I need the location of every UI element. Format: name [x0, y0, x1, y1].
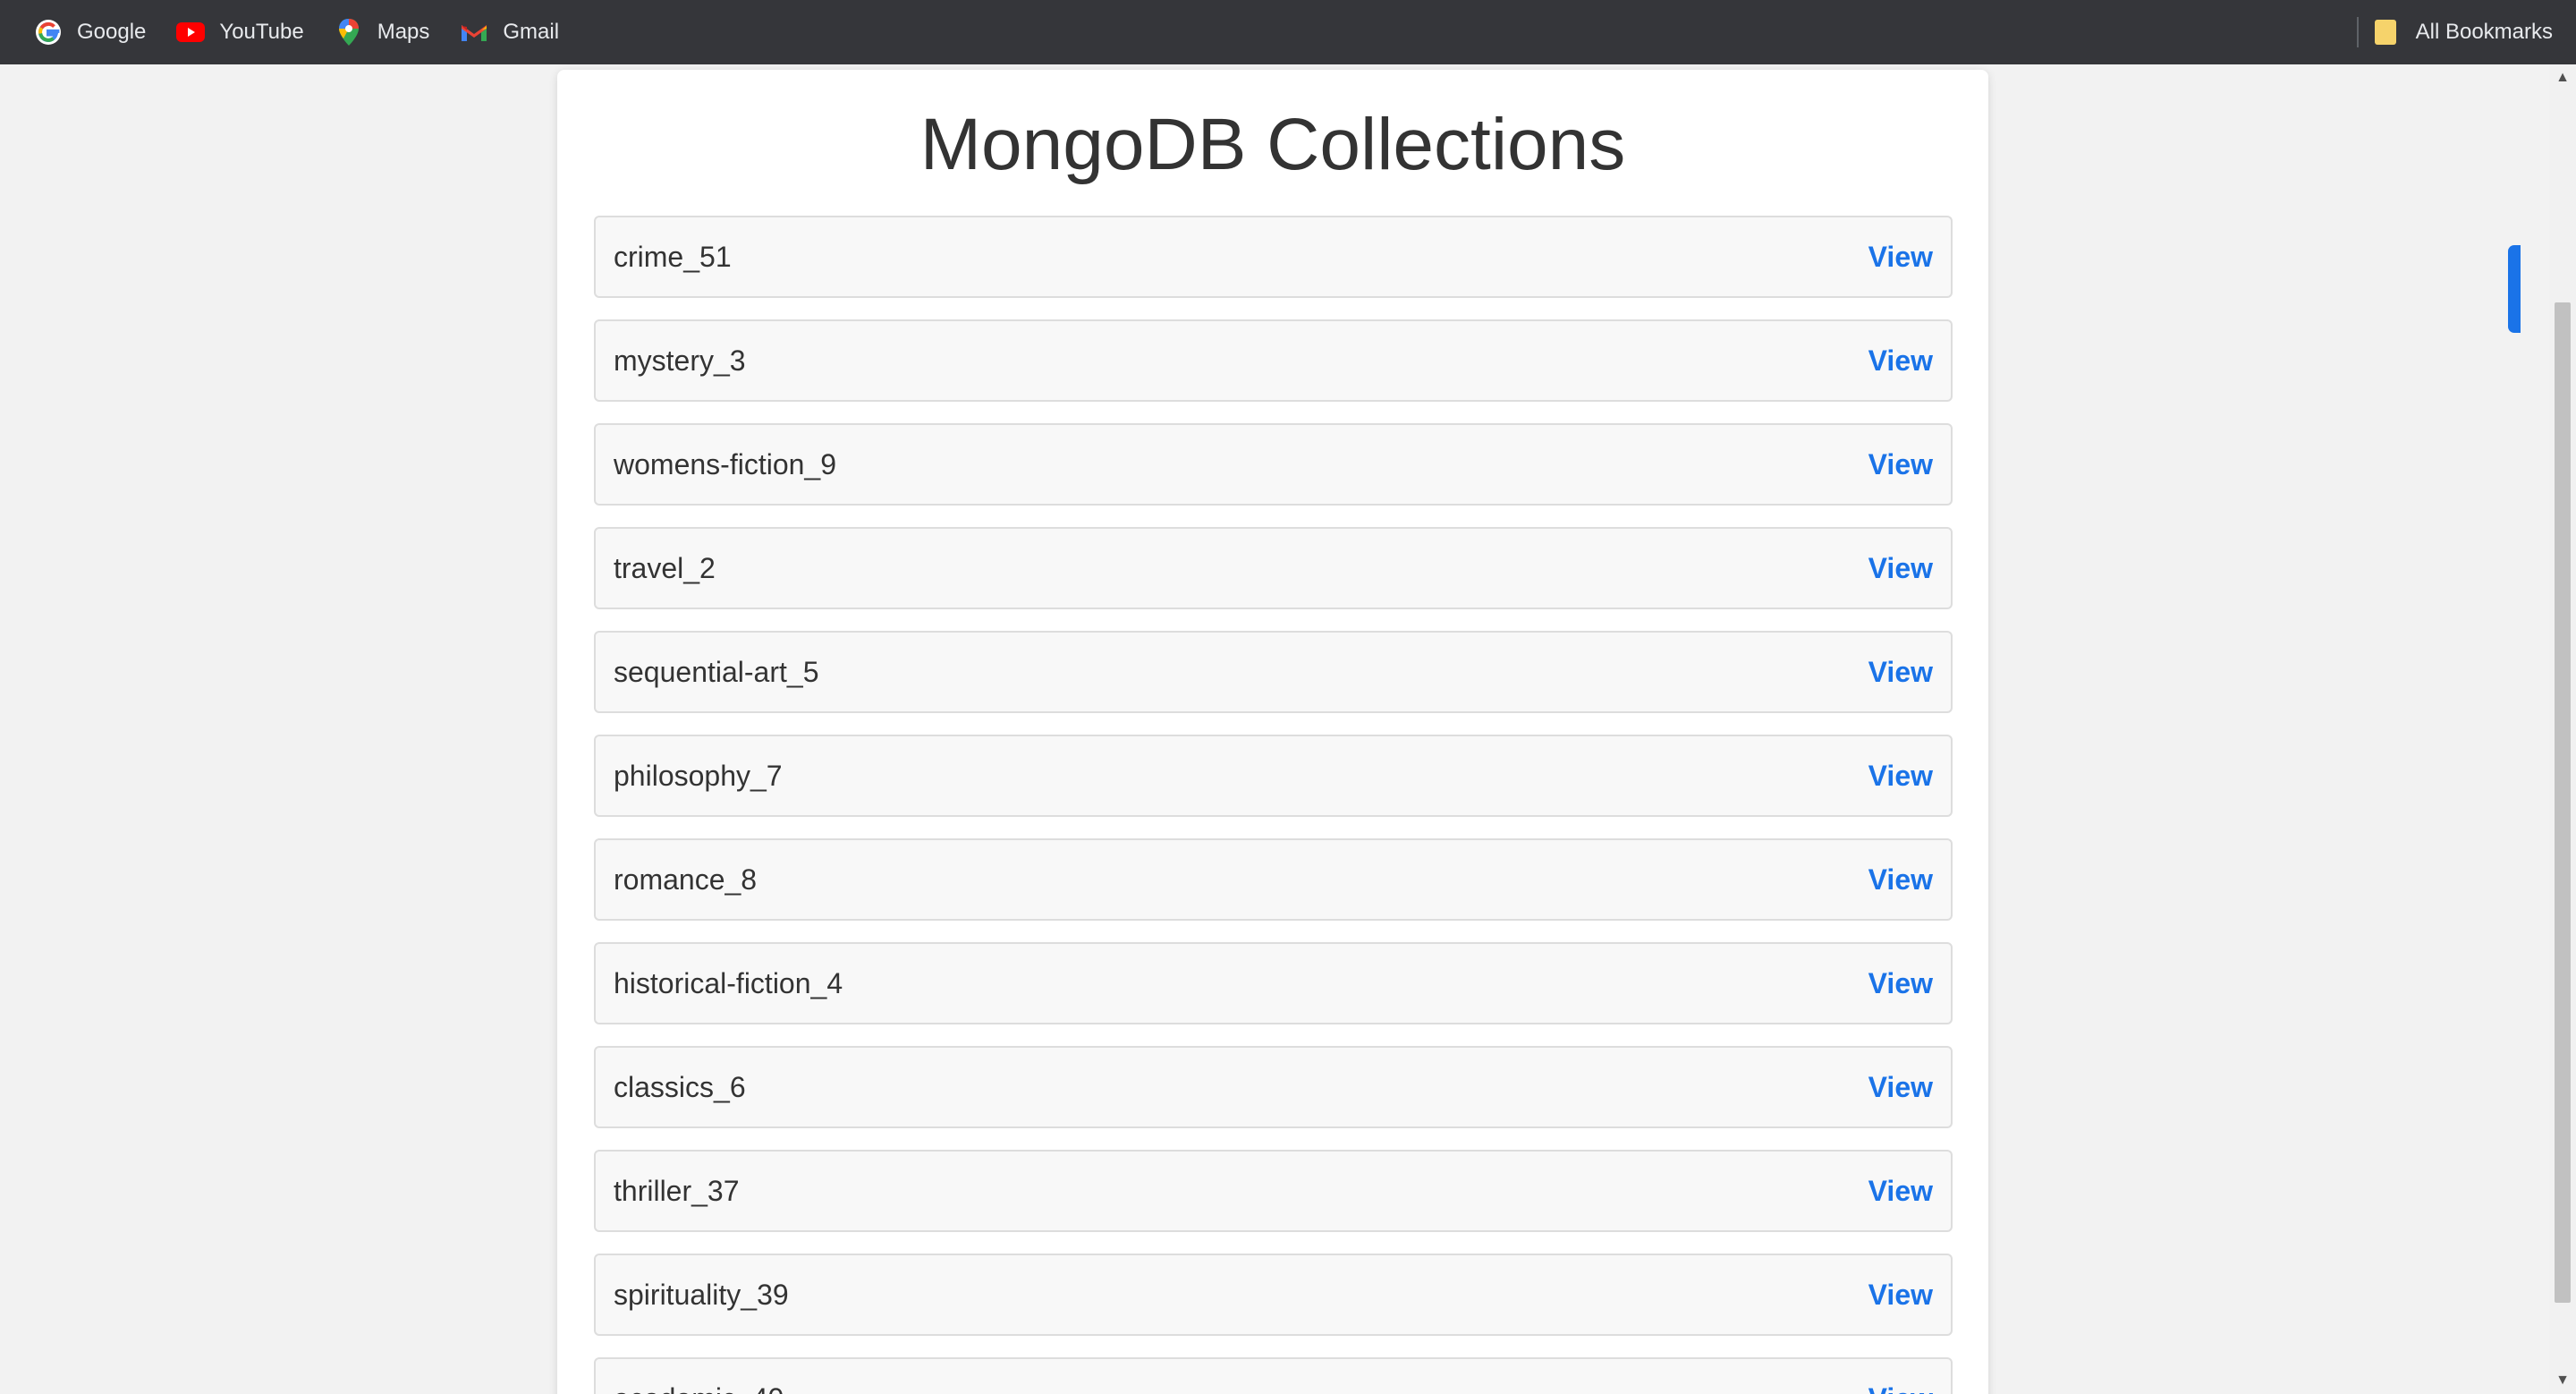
- bookmark-label: YouTube: [219, 20, 304, 44]
- view-link[interactable]: View: [1868, 1152, 1933, 1230]
- collection-name: academic_40: [614, 1359, 784, 1394]
- view-link[interactable]: View: [1868, 425, 1933, 504]
- bookmark-label: Google: [77, 20, 147, 44]
- collection-name: philosophy_7: [614, 760, 783, 792]
- maps-icon: [335, 18, 363, 47]
- scrollbar-thumb[interactable]: [2555, 302, 2571, 1303]
- view-link[interactable]: View: [1868, 1359, 1933, 1394]
- list-item: academic_40 View: [594, 1357, 1953, 1394]
- collection-name: mystery_3: [614, 344, 746, 377]
- list-item: classics_6 View: [594, 1046, 1953, 1128]
- collection-name: romance_8: [614, 863, 758, 896]
- collection-name: travel_2: [614, 552, 716, 584]
- collection-name: classics_6: [614, 1071, 746, 1103]
- view-link[interactable]: View: [1868, 321, 1933, 400]
- page-title: MongoDB Collections: [919, 104, 1626, 185]
- scroll-position-marker: [2508, 245, 2521, 333]
- view-link[interactable]: View: [1868, 529, 1933, 608]
- bookmark-google[interactable]: Google: [23, 7, 157, 57]
- bookmark-label: Maps: [377, 20, 430, 44]
- list-item: mystery_3 View: [594, 319, 1953, 402]
- scroll-down-arrow-icon[interactable]: ▼: [2549, 1367, 2576, 1394]
- vertical-scrollbar[interactable]: ▲ ▼: [2549, 64, 2576, 1394]
- collection-name: womens-fiction_9: [614, 448, 836, 480]
- all-bookmarks-button[interactable]: All Bookmarks: [2356, 7, 2553, 57]
- view-link[interactable]: View: [1868, 1048, 1933, 1126]
- list-item: crime_51 View: [594, 216, 1953, 298]
- list-item: womens-fiction_9 View: [594, 423, 1953, 506]
- scroll-up-arrow-icon[interactable]: ▲: [2549, 64, 2576, 91]
- bookmarks-divider: [2356, 17, 2359, 47]
- collection-name: sequential-art_5: [614, 656, 819, 688]
- bookmark-youtube[interactable]: YouTube: [165, 7, 314, 57]
- view-link[interactable]: View: [1868, 217, 1933, 296]
- view-link[interactable]: View: [1868, 840, 1933, 919]
- youtube-icon: [176, 18, 206, 47]
- gmail-icon: [460, 18, 488, 47]
- view-link[interactable]: View: [1868, 633, 1933, 711]
- list-item: romance_8 View: [594, 838, 1953, 921]
- folder-icon: [2374, 20, 2396, 45]
- list-item: travel_2 View: [594, 527, 1953, 609]
- collections-card: MongoDB Collections crime_51 View myster…: [557, 70, 1988, 1394]
- list-item: spirituality_39 View: [594, 1254, 1953, 1336]
- collections-list: crime_51 View mystery_3 View womens-fict…: [594, 216, 1953, 1394]
- bookmark-gmail[interactable]: Gmail: [449, 7, 570, 57]
- collection-name: historical-fiction_4: [614, 967, 843, 999]
- list-item: philosophy_7 View: [594, 735, 1953, 817]
- list-item: historical-fiction_4 View: [594, 942, 1953, 1024]
- all-bookmarks-label: All Bookmarks: [2415, 20, 2553, 44]
- view-link[interactable]: View: [1868, 944, 1933, 1023]
- bookmark-label: Gmail: [503, 20, 560, 44]
- collection-name: spirituality_39: [614, 1279, 789, 1311]
- bookmark-maps[interactable]: Maps: [324, 7, 441, 57]
- view-link[interactable]: View: [1868, 1255, 1933, 1334]
- page-viewport: MongoDB Collections crime_51 View myster…: [0, 64, 2549, 1394]
- collection-name: thriller_37: [614, 1175, 740, 1207]
- list-item: sequential-art_5 View: [594, 631, 1953, 713]
- list-item: thriller_37 View: [594, 1150, 1953, 1232]
- bookmarks-bar: Google YouTube Maps Gmail All Bookmarks: [0, 0, 2576, 64]
- view-link[interactable]: View: [1868, 736, 1933, 815]
- google-icon: [34, 18, 63, 47]
- collection-name: crime_51: [614, 241, 732, 273]
